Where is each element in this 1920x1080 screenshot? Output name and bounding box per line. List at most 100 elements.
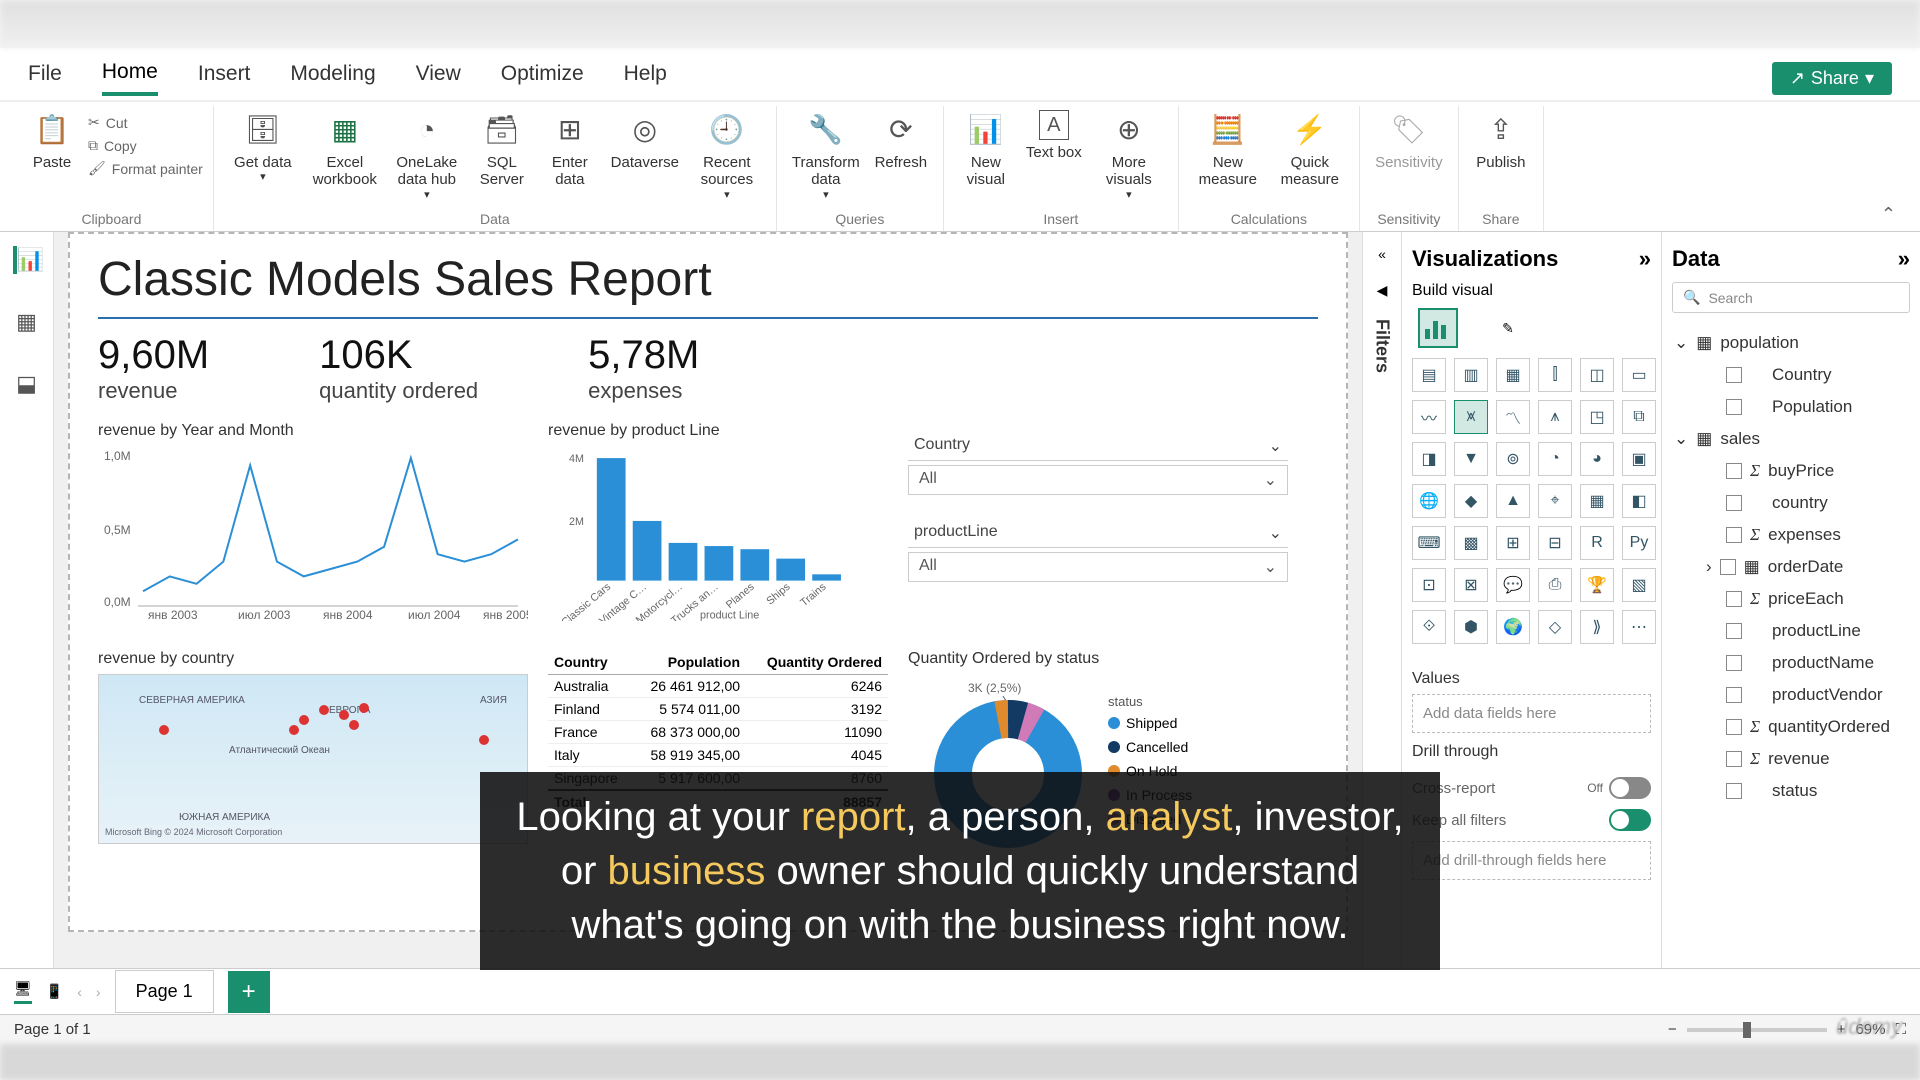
table-row[interactable]: Australia26 461 912,006246 xyxy=(548,675,888,698)
checkbox[interactable] xyxy=(1726,367,1742,383)
field-priceEach[interactable]: ΣpriceEach xyxy=(1672,583,1910,615)
checkbox[interactable] xyxy=(1726,399,1742,415)
viz-type-icon[interactable]: ⊟ xyxy=(1538,526,1572,560)
new-visual-button[interactable]: 📊New visual xyxy=(954,110,1018,189)
viz-type-icon[interactable]: ⊚ xyxy=(1496,442,1530,476)
map-revenue-by-country[interactable]: revenue by country СЕВЕРНАЯ АМЕРИКА ЕВРО… xyxy=(98,650,528,860)
expand-right-icon[interactable]: » xyxy=(1898,246,1910,272)
collapse-ribbon-icon[interactable]: ⌃ xyxy=(1867,198,1910,231)
publish-button[interactable]: ⇪Publish xyxy=(1469,110,1533,171)
viz-type-icon[interactable]: ◫ xyxy=(1580,358,1614,392)
field-Population[interactable]: Population xyxy=(1672,391,1910,423)
checkbox[interactable] xyxy=(1726,751,1742,767)
viz-type-icon[interactable]: ▤ xyxy=(1412,358,1446,392)
viz-type-icon[interactable]: ⎙ xyxy=(1538,568,1572,602)
viz-type-icon[interactable]: ◇ xyxy=(1538,610,1572,644)
viz-type-icon[interactable]: ◕ xyxy=(1580,442,1614,476)
viz-type-icon[interactable]: ▧ xyxy=(1622,568,1656,602)
kpi-expenses[interactable]: 5,78M expenses xyxy=(588,333,699,404)
table-header-population[interactable]: ⌄▦population xyxy=(1672,327,1910,359)
viz-type-icon[interactable]: ⌖ xyxy=(1538,484,1572,518)
checkbox[interactable] xyxy=(1726,655,1742,671)
keep-filters-toggle[interactable] xyxy=(1609,809,1651,831)
format-painter-button[interactable]: 🖌Format painter xyxy=(88,160,203,177)
tab-help[interactable]: Help xyxy=(624,62,667,94)
drill-well[interactable]: Add drill-through fields here xyxy=(1412,841,1651,880)
text-box-button[interactable]: AText box xyxy=(1022,110,1086,161)
onelake-button[interactable]: ◔OneLake data hub▾ xyxy=(388,110,466,201)
expand-left-icon[interactable]: « xyxy=(1378,246,1386,262)
checkbox[interactable] xyxy=(1726,495,1742,511)
table-header-sales[interactable]: ⌄▦sales xyxy=(1672,423,1910,455)
viz-type-icon[interactable]: ▦ xyxy=(1580,484,1614,518)
bar-chart-revenue-by-productline[interactable]: revenue by product Line 4M 2M Classic Ca… xyxy=(548,422,888,642)
next-page-icon[interactable]: › xyxy=(96,984,101,1000)
checkbox[interactable] xyxy=(1726,783,1742,799)
viz-type-icon[interactable]: ◆ xyxy=(1454,484,1488,518)
add-page-button[interactable]: + xyxy=(228,971,270,1013)
viz-type-icon[interactable]: 〰 xyxy=(1412,400,1446,434)
viz-type-icon[interactable]: ◔ xyxy=(1538,442,1572,476)
prev-page-icon[interactable]: ‹ xyxy=(77,984,82,1000)
mobile-layout-icon[interactable]: 📱 xyxy=(46,983,63,1000)
viz-type-icon[interactable]: ▩ xyxy=(1454,526,1488,560)
field-expenses[interactable]: Σexpenses xyxy=(1672,519,1910,551)
viz-type-icon[interactable]: 🌐 xyxy=(1412,484,1446,518)
field-Country[interactable]: Country xyxy=(1672,359,1910,391)
report-view-icon[interactable]: 📊 xyxy=(13,246,41,274)
viz-type-icon[interactable]: ⊡ xyxy=(1412,568,1446,602)
build-visual-tab[interactable] xyxy=(1418,308,1458,348)
viz-type-icon[interactable]: ◨ xyxy=(1412,442,1446,476)
table-row[interactable]: Italy58 919 345,004045 xyxy=(548,744,888,767)
field-productName[interactable]: productName xyxy=(1672,647,1910,679)
cross-report-toggle[interactable] xyxy=(1609,777,1651,799)
speaker-icon[interactable]: ◀ xyxy=(1377,282,1388,299)
tab-view[interactable]: View xyxy=(416,62,461,94)
paste-button[interactable]: 📋 Paste xyxy=(20,110,84,171)
transform-data-button[interactable]: 🔧Transform data▾ xyxy=(787,110,865,201)
legend-item[interactable]: Shipped xyxy=(1108,715,1192,731)
viz-type-icon[interactable]: ▣ xyxy=(1622,442,1656,476)
viz-type-icon[interactable]: ⋯ xyxy=(1622,610,1656,644)
viz-type-icon[interactable]: ⫿ xyxy=(1538,358,1572,392)
viz-type-icon[interactable]: ⩚ xyxy=(1538,400,1572,434)
viz-type-icon[interactable]: ⟐ xyxy=(1412,610,1446,644)
zoom-slider[interactable] xyxy=(1687,1028,1827,1032)
new-measure-button[interactable]: 🧮New measure xyxy=(1189,110,1267,189)
values-well[interactable]: Add data fields here xyxy=(1412,694,1651,733)
viz-type-icon[interactable]: ▭ xyxy=(1622,358,1656,392)
checkbox[interactable] xyxy=(1726,527,1742,543)
line-chart-revenue-by-year[interactable]: revenue by Year and Month 1,0M 0,5M 0,0M… xyxy=(98,422,528,642)
field-productVendor[interactable]: productVendor xyxy=(1672,679,1910,711)
viz-type-icon[interactable]: 〽 xyxy=(1496,400,1530,434)
checkbox[interactable] xyxy=(1726,463,1742,479)
viz-type-icon[interactable]: 🏆 xyxy=(1580,568,1614,602)
viz-type-icon[interactable]: ▲ xyxy=(1496,484,1530,518)
search-input[interactable]: 🔍 Search xyxy=(1672,282,1910,313)
viz-type-icon[interactable]: ⊞ xyxy=(1496,526,1530,560)
legend-item[interactable]: Cancelled xyxy=(1108,739,1192,755)
checkbox[interactable] xyxy=(1720,559,1736,575)
viz-type-icon[interactable]: 🌍 xyxy=(1496,610,1530,644)
viz-type-icon[interactable]: ◧ xyxy=(1622,484,1656,518)
sensitivity-button[interactable]: 🏷Sensitivity xyxy=(1370,110,1448,171)
more-visuals-button[interactable]: ⊕More visuals▾ xyxy=(1090,110,1168,201)
field-quantityOrdered[interactable]: ΣquantityOrdered xyxy=(1672,711,1910,743)
field-status[interactable]: status xyxy=(1672,775,1910,807)
slicer-country[interactable]: Country⌄ All⌄ xyxy=(908,432,1318,495)
zoom-out-button[interactable]: − xyxy=(1668,1021,1677,1038)
excel-button[interactable]: ▦Excel workbook xyxy=(306,110,384,189)
viz-type-icon[interactable]: ⧉ xyxy=(1622,400,1656,434)
viz-type-icon[interactable]: ⟫ xyxy=(1580,610,1614,644)
refresh-button[interactable]: ⟳Refresh xyxy=(869,110,933,171)
get-data-button[interactable]: 🗄Get data▾ xyxy=(224,110,302,184)
page-tab-1[interactable]: Page 1 xyxy=(115,970,214,1013)
tab-file[interactable]: File xyxy=(28,62,62,94)
tab-insert[interactable]: Insert xyxy=(198,62,251,94)
table-view-icon[interactable]: ▦ xyxy=(13,308,41,336)
model-view-icon[interactable]: ⬓ xyxy=(13,370,41,398)
tab-home[interactable]: Home xyxy=(102,60,158,96)
tab-modeling[interactable]: Modeling xyxy=(290,62,375,94)
copy-button[interactable]: ⧉Copy xyxy=(88,137,137,154)
format-visual-tab[interactable]: ✎ xyxy=(1488,308,1528,348)
